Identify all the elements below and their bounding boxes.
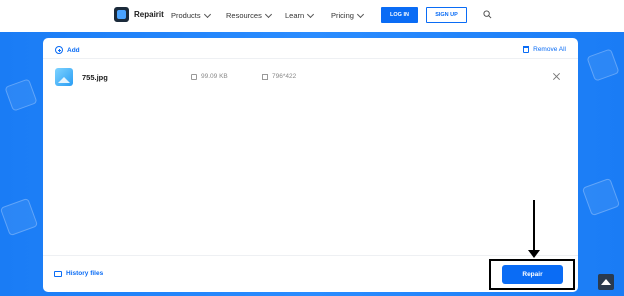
decorative-shape [4,78,38,112]
remove-all-label: Remove All [533,46,566,53]
menu-products-label: Products [171,11,201,20]
file-row: 755.jpg 99.09 KB 796*422 [43,66,578,88]
file-panel: Add Remove All 755.jpg 99.09 KB 796*422 … [43,38,578,292]
chevron-down-icon [307,10,315,18]
repair-button[interactable]: Repair [502,265,563,284]
decorative-shape [0,197,39,237]
plus-circle-icon [55,46,63,54]
trash-icon [523,46,530,53]
file-size-value: 99.09 KB [201,73,228,80]
divider [43,255,578,256]
chevron-down-icon [356,10,364,18]
menu-resources-label: Resources [226,11,262,20]
folder-icon [54,270,62,277]
file-size: 99.09 KB [191,73,228,80]
login-button[interactable]: LOG IN [381,7,418,23]
annotation-arrow-head [528,250,540,258]
add-button[interactable]: Add [55,46,80,54]
remove-all-button[interactable]: Remove All [523,46,566,53]
floppy-disk-icon [191,73,197,80]
decorative-shape [581,177,621,217]
file-dimensions: 796*422 [262,73,296,80]
menu-pricing-label: Pricing [331,11,354,20]
divider [43,58,578,59]
annotation-arrow-line [533,200,535,252]
menu-learn-label: Learn [285,11,305,20]
brand[interactable]: Repairit [114,7,164,22]
chevron-down-icon [203,10,211,18]
chevron-down-icon [264,10,272,18]
brand-name: Repairit [134,10,164,19]
add-label: Add [67,46,80,54]
file-name: 755.jpg [82,73,108,82]
search-icon[interactable] [483,10,492,19]
file-dimensions-value: 796*422 [272,73,297,80]
top-navbar: Repairit Products Resources Learn Pricin… [0,0,624,32]
history-files-link[interactable]: History files [54,270,103,277]
menu-resources[interactable]: Resources [226,10,272,20]
menu-learn[interactable]: Learn [285,10,315,20]
decorative-shape [586,48,620,82]
signup-button[interactable]: SIGN UP [426,7,467,23]
scroll-to-top-icon[interactable] [598,274,614,290]
remove-file-icon[interactable] [552,72,561,81]
resolution-icon [262,73,268,80]
repairit-logo-icon [114,7,129,22]
history-files-label: History files [66,270,104,277]
menu-products[interactable]: Products [171,10,211,20]
menu-pricing[interactable]: Pricing [331,10,364,20]
image-file-icon [55,68,73,86]
